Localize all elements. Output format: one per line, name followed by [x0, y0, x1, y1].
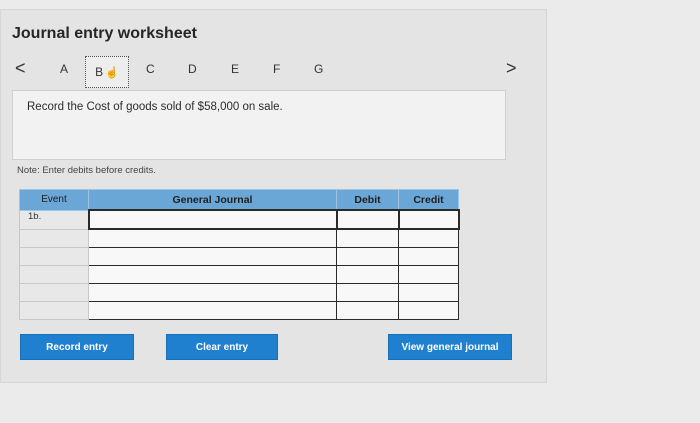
debit-input[interactable] [336, 301, 399, 320]
account-input[interactable] [88, 283, 337, 302]
table-row [19, 265, 459, 284]
tab-c[interactable]: C [146, 62, 155, 76]
account-input[interactable] [88, 301, 337, 320]
account-input[interactable] [88, 265, 337, 284]
debit-input[interactable] [335, 209, 400, 230]
table-row [19, 228, 459, 248]
table-row [19, 247, 459, 266]
journal-table: Event General Journal Debit Credit 1b. [19, 189, 460, 320]
tab-f[interactable]: F [273, 62, 280, 76]
debit-input[interactable] [336, 228, 399, 248]
credit-input[interactable] [398, 283, 459, 302]
next-arrow-icon[interactable]: > [506, 58, 517, 79]
instruction-box: Record the Cost of goods sold of $58,000… [12, 90, 506, 160]
tab-d[interactable]: D [188, 62, 197, 76]
event-cell: 1b. [19, 209, 89, 230]
tab-e[interactable]: E [231, 62, 239, 76]
credit-input[interactable] [398, 301, 459, 320]
table-row: 1b. [19, 209, 460, 230]
header-general-journal: General Journal [88, 189, 337, 211]
debit-input[interactable] [336, 283, 399, 302]
debit-input[interactable] [336, 247, 399, 266]
debit-input[interactable] [336, 265, 399, 284]
table-row [19, 301, 459, 320]
account-input[interactable] [88, 247, 337, 266]
tab-a[interactable]: A [60, 62, 68, 76]
page-title: Journal entry worksheet [12, 25, 197, 42]
credit-input[interactable] [398, 265, 459, 284]
hand-cursor-icon: ☝ [105, 66, 119, 79]
header-debit: Debit [336, 189, 399, 211]
credit-input[interactable] [397, 209, 460, 230]
table-row [19, 283, 459, 302]
credit-input[interactable] [398, 228, 459, 248]
account-input[interactable] [87, 209, 338, 230]
credit-input[interactable] [398, 247, 459, 266]
note-text: Note: Enter debits before credits. [17, 165, 156, 176]
tab-b[interactable]: B ☝ [85, 56, 129, 88]
clear-entry-button[interactable]: Clear entry [166, 334, 278, 360]
tab-g[interactable]: G [314, 62, 323, 76]
prev-arrow-icon[interactable]: < [15, 58, 26, 79]
instruction-text: Record the Cost of goods sold of $58,000… [27, 101, 283, 113]
event-cell [19, 247, 89, 266]
event-cell [19, 301, 89, 320]
tab-bar: < A B ☝ C D E F G > [0, 56, 545, 88]
event-cell [19, 228, 89, 248]
tab-b-label: B [95, 65, 104, 79]
event-cell [19, 283, 89, 302]
account-input[interactable] [88, 228, 337, 248]
view-general-journal-button[interactable]: View general journal [388, 334, 512, 360]
record-entry-button[interactable]: Record entry [20, 334, 134, 360]
event-cell [19, 265, 89, 284]
header-event: Event [19, 189, 89, 211]
header-credit: Credit [398, 189, 459, 211]
